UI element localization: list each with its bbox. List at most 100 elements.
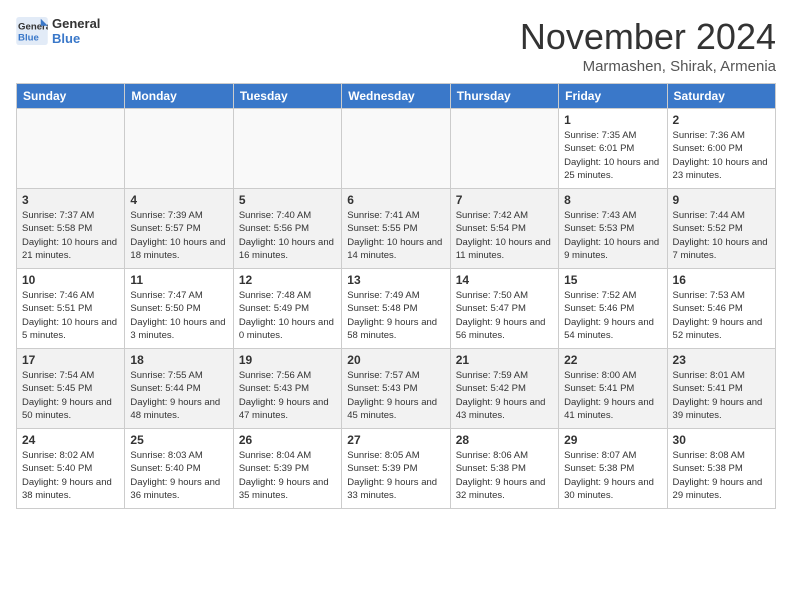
calendar-week-row: 1 Sunrise: 7:35 AM Sunset: 6:01 PM Daylig… xyxy=(17,109,776,189)
calendar-day-cell: 11Sunrise: 7:47 AM Sunset: 5:50 PM Dayli… xyxy=(125,269,233,349)
calendar-day-cell: 4 Sunrise: 7:39 AM Sunset: 5:57 PM Daylig… xyxy=(125,189,233,269)
calendar-day-cell: 7 Sunrise: 7:42 AM Sunset: 5:54 PM Daylig… xyxy=(450,189,558,269)
calendar-day-cell: 10Sunrise: 7:46 AM Sunset: 5:51 PM Dayli… xyxy=(17,269,125,349)
day-number: 18 xyxy=(130,353,227,367)
day-number: 13 xyxy=(347,273,444,287)
calendar-week-row: 24Sunrise: 8:02 AM Sunset: 5:40 PM Dayli… xyxy=(17,429,776,509)
day-info: Sunrise: 7:40 AM Sunset: 5:56 PM Dayligh… xyxy=(239,209,336,262)
calendar-day-cell: 8 Sunrise: 7:43 AM Sunset: 5:53 PM Daylig… xyxy=(559,189,667,269)
day-number: 12 xyxy=(239,273,336,287)
calendar-day-cell: 16 Sunrise: 7:53 AM Sunset: 5:46 PM Dayli… xyxy=(667,269,775,349)
calendar-week-row: 10Sunrise: 7:46 AM Sunset: 5:51 PM Dayli… xyxy=(17,269,776,349)
day-info: Sunrise: 7:49 AM Sunset: 5:48 PM Dayligh… xyxy=(347,289,444,342)
calendar-day-cell xyxy=(450,109,558,189)
day-number: 11 xyxy=(130,273,227,287)
calendar-day-cell: 29Sunrise: 8:07 AM Sunset: 5:38 PM Dayli… xyxy=(559,429,667,509)
day-number: 17 xyxy=(22,353,119,367)
day-info: Sunrise: 7:53 AM Sunset: 5:46 PM Dayligh… xyxy=(673,289,770,342)
column-header-thursday: Thursday xyxy=(450,84,558,109)
calendar-day-cell: 6 Sunrise: 7:41 AM Sunset: 5:55 PM Daylig… xyxy=(342,189,450,269)
column-header-wednesday: Wednesday xyxy=(342,84,450,109)
month-title: November 2024 xyxy=(520,16,776,58)
day-number: 29 xyxy=(564,433,661,447)
day-info: Sunrise: 8:01 AM Sunset: 5:41 PM Dayligh… xyxy=(673,369,770,422)
logo: General Blue General Blue xyxy=(16,16,100,46)
day-info: Sunrise: 7:37 AM Sunset: 5:58 PM Dayligh… xyxy=(22,209,119,262)
calendar-table: SundayMondayTuesdayWednesdayThursdayFrid… xyxy=(16,83,776,509)
day-number: 25 xyxy=(130,433,227,447)
calendar-day-cell: 9 Sunrise: 7:44 AM Sunset: 5:52 PM Daylig… xyxy=(667,189,775,269)
day-info: Sunrise: 7:42 AM Sunset: 5:54 PM Dayligh… xyxy=(456,209,553,262)
day-number: 21 xyxy=(456,353,553,367)
day-info: Sunrise: 7:52 AM Sunset: 5:46 PM Dayligh… xyxy=(564,289,661,342)
day-number: 1 xyxy=(564,113,661,127)
day-number: 22 xyxy=(564,353,661,367)
day-number: 15 xyxy=(564,273,661,287)
day-info: Sunrise: 8:05 AM Sunset: 5:39 PM Dayligh… xyxy=(347,449,444,502)
day-info: Sunrise: 7:57 AM Sunset: 5:43 PM Dayligh… xyxy=(347,369,444,422)
day-number: 4 xyxy=(130,193,227,207)
calendar-day-cell: 26Sunrise: 8:04 AM Sunset: 5:39 PM Dayli… xyxy=(233,429,341,509)
day-number: 6 xyxy=(347,193,444,207)
calendar-day-cell: 13 Sunrise: 7:49 AM Sunset: 5:48 PM Dayli… xyxy=(342,269,450,349)
day-info: Sunrise: 7:41 AM Sunset: 5:55 PM Dayligh… xyxy=(347,209,444,262)
day-number: 5 xyxy=(239,193,336,207)
logo-icon: General Blue xyxy=(16,17,48,45)
column-header-monday: Monday xyxy=(125,84,233,109)
location-subtitle: Marmashen, Shirak, Armenia xyxy=(520,58,776,75)
day-info: Sunrise: 7:59 AM Sunset: 5:42 PM Dayligh… xyxy=(456,369,553,422)
day-number: 8 xyxy=(564,193,661,207)
day-number: 9 xyxy=(673,193,770,207)
calendar-day-cell: 17 Sunrise: 7:54 AM Sunset: 5:45 PM Dayli… xyxy=(17,349,125,429)
title-block: November 2024 Marmashen, Shirak, Armenia xyxy=(520,16,776,75)
day-number: 19 xyxy=(239,353,336,367)
day-number: 23 xyxy=(673,353,770,367)
day-number: 2 xyxy=(673,113,770,127)
day-number: 7 xyxy=(456,193,553,207)
day-info: Sunrise: 8:06 AM Sunset: 5:38 PM Dayligh… xyxy=(456,449,553,502)
column-header-tuesday: Tuesday xyxy=(233,84,341,109)
day-info: Sunrise: 7:43 AM Sunset: 5:53 PM Dayligh… xyxy=(564,209,661,262)
calendar-day-cell: 18 Sunrise: 7:55 AM Sunset: 5:44 PM Dayli… xyxy=(125,349,233,429)
day-info: Sunrise: 7:44 AM Sunset: 5:52 PM Dayligh… xyxy=(673,209,770,262)
day-info: Sunrise: 7:48 AM Sunset: 5:49 PM Dayligh… xyxy=(239,289,336,342)
day-number: 20 xyxy=(347,353,444,367)
calendar-day-cell xyxy=(17,109,125,189)
calendar-header-row: SundayMondayTuesdayWednesdayThursdayFrid… xyxy=(17,84,776,109)
day-info: Sunrise: 7:54 AM Sunset: 5:45 PM Dayligh… xyxy=(22,369,119,422)
day-info: Sunrise: 8:03 AM Sunset: 5:40 PM Dayligh… xyxy=(130,449,227,502)
calendar-day-cell: 14Sunrise: 7:50 AM Sunset: 5:47 PM Dayli… xyxy=(450,269,558,349)
day-number: 30 xyxy=(673,433,770,447)
day-number: 28 xyxy=(456,433,553,447)
calendar-day-cell: 3 Sunrise: 7:37 AM Sunset: 5:58 PM Daylig… xyxy=(17,189,125,269)
logo-text-blue: Blue xyxy=(52,31,100,46)
svg-text:Blue: Blue xyxy=(18,33,39,44)
day-info: Sunrise: 8:08 AM Sunset: 5:38 PM Dayligh… xyxy=(673,449,770,502)
page-header: General Blue General Blue November 2024 … xyxy=(16,16,776,75)
calendar-day-cell: 2 Sunrise: 7:36 AM Sunset: 6:00 PM Daylig… xyxy=(667,109,775,189)
day-number: 27 xyxy=(347,433,444,447)
day-info: Sunrise: 7:35 AM Sunset: 6:01 PM Dayligh… xyxy=(564,129,661,182)
day-info: Sunrise: 8:00 AM Sunset: 5:41 PM Dayligh… xyxy=(564,369,661,422)
calendar-day-cell: 22 Sunrise: 8:00 AM Sunset: 5:41 PM Dayli… xyxy=(559,349,667,429)
column-header-saturday: Saturday xyxy=(667,84,775,109)
calendar-day-cell: 28 Sunrise: 8:06 AM Sunset: 5:38 PM Dayli… xyxy=(450,429,558,509)
calendar-day-cell xyxy=(233,109,341,189)
day-number: 10 xyxy=(22,273,119,287)
day-number: 24 xyxy=(22,433,119,447)
calendar-day-cell: 30 Sunrise: 8:08 AM Sunset: 5:38 PM Dayli… xyxy=(667,429,775,509)
calendar-day-cell: 19Sunrise: 7:56 AM Sunset: 5:43 PM Dayli… xyxy=(233,349,341,429)
day-number: 16 xyxy=(673,273,770,287)
calendar-day-cell: 20 Sunrise: 7:57 AM Sunset: 5:43 PM Dayli… xyxy=(342,349,450,429)
calendar-day-cell: 15 Sunrise: 7:52 AM Sunset: 5:46 PM Dayli… xyxy=(559,269,667,349)
calendar-day-cell: 12 Sunrise: 7:48 AM Sunset: 5:49 PM Dayli… xyxy=(233,269,341,349)
calendar-day-cell: 5 Sunrise: 7:40 AM Sunset: 5:56 PM Daylig… xyxy=(233,189,341,269)
calendar-day-cell: 24Sunrise: 8:02 AM Sunset: 5:40 PM Dayli… xyxy=(17,429,125,509)
day-info: Sunrise: 7:55 AM Sunset: 5:44 PM Dayligh… xyxy=(130,369,227,422)
calendar-day-cell: 21 Sunrise: 7:59 AM Sunset: 5:42 PM Dayli… xyxy=(450,349,558,429)
day-info: Sunrise: 7:36 AM Sunset: 6:00 PM Dayligh… xyxy=(673,129,770,182)
calendar-day-cell: 25 Sunrise: 8:03 AM Sunset: 5:40 PM Dayli… xyxy=(125,429,233,509)
day-info: Sunrise: 7:50 AM Sunset: 5:47 PM Dayligh… xyxy=(456,289,553,342)
day-number: 3 xyxy=(22,193,119,207)
day-info: Sunrise: 7:39 AM Sunset: 5:57 PM Dayligh… xyxy=(130,209,227,262)
